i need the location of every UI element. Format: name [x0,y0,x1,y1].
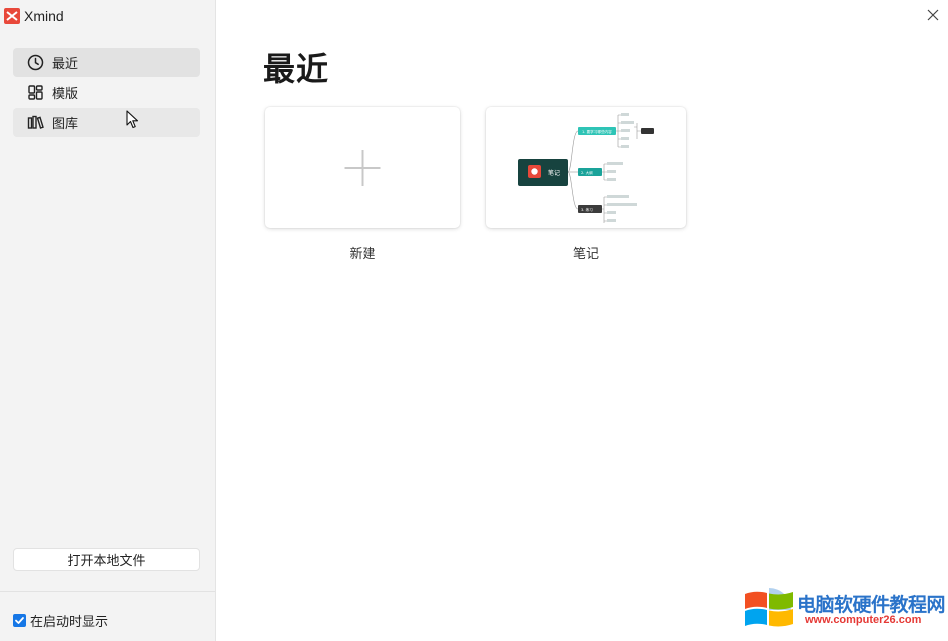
mindmap-thumbnail: 笔记 1. 要学习哪些内容 2. 大纲 3. 练习 [518,113,654,223]
sidebar: Xmind 最近 模版 图库 打开本地文件 在启动时显示 [0,0,216,641]
sidebar-item-recent[interactable]: 最近 [13,48,200,77]
watermark: 电脑软硬件教程网 www.computer26.com [743,582,946,638]
new-file-card[interactable] [265,107,460,228]
page-title: 最近 [263,50,330,88]
mindmap-branch-label: 1. 要学习哪些内容 [582,129,612,134]
new-file-label: 新建 [349,247,376,262]
sidebar-item-library[interactable]: 图库 [13,108,200,137]
clock-icon [27,54,44,71]
sidebar-item-label: 模版 [52,87,79,102]
watermark-url: www.computer26.com [805,614,922,626]
show-on-startup-checkbox[interactable] [13,614,26,627]
checkmark-icon [15,617,24,624]
watermark-title: 电脑软硬件教程网 [797,594,946,616]
template-icon [27,84,44,101]
recent-file-card[interactable]: 笔记 1. 要学习哪些内容 2. 大纲 3. 练习 [486,107,686,228]
sidebar-item-label: 图库 [52,117,79,132]
windows-logo-icon [745,588,793,627]
close-icon[interactable] [926,8,940,22]
app-brand: Xmind [4,7,64,25]
recent-file-label: 笔记 [572,247,599,262]
show-on-startup-option[interactable]: 在启动时显示 [13,611,108,630]
xmind-logo-icon [4,8,20,24]
open-local-file-button[interactable]: 打开本地文件 [13,548,200,571]
mouse-pointer-icon [126,110,139,129]
library-icon [27,114,44,131]
sidebar-nav: 最近 模版 图库 [13,48,200,138]
app-name: Xmind [24,8,64,24]
mindmap-branch-label: 2. 大纲 [581,170,593,175]
mindmap-root-label: 笔记 [548,169,560,177]
plus-icon [344,150,381,186]
sidebar-item-templates[interactable]: 模版 [13,78,200,107]
show-on-startup-label: 在启动时显示 [30,615,109,630]
mindmap-branch-label: 3. 练习 [581,207,593,212]
sidebar-item-label: 最近 [52,57,79,72]
sidebar-divider [0,591,215,592]
